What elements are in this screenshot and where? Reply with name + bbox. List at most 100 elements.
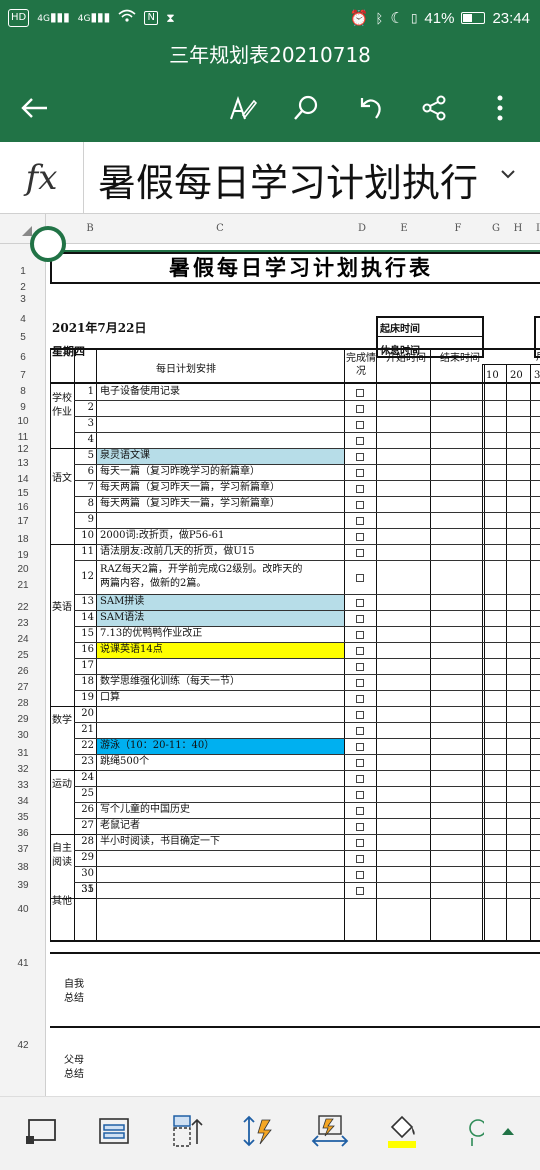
fx-icon[interactable]: fx (0, 142, 84, 214)
item-number-11[interactable]: 11 (76, 544, 96, 560)
item-number-14[interactable]: 14 (76, 610, 96, 626)
done-checkbox-18[interactable] (356, 679, 364, 687)
done-checkbox-1[interactable] (356, 389, 364, 397)
col-header-h[interactable]: H (508, 214, 528, 244)
col-header-f[interactable]: F (448, 214, 468, 244)
row-header-27[interactable]: 27 (0, 682, 46, 693)
done-checkbox-14[interactable] (356, 615, 364, 623)
row-header-32[interactable]: 32 (0, 764, 46, 775)
item-text-19[interactable]: 口算 (100, 690, 120, 706)
item-text-27[interactable]: 老鼠记者 (100, 818, 140, 834)
row-header-29[interactable]: 29 (0, 714, 46, 725)
item-number-35[interactable]: 35 (76, 882, 96, 898)
row-header-7[interactable]: 7 (0, 370, 46, 381)
row-header-4[interactable]: 4 (0, 314, 46, 325)
selection-handle[interactable] (30, 226, 66, 262)
row-header-16[interactable]: 16 (0, 502, 46, 513)
item-text2-12[interactable]: 两篇内容，做新的2篇。 (100, 576, 206, 592)
row-header-15[interactable]: 15 (0, 488, 46, 499)
item-text-7[interactable]: 每天两篇（复习昨天一篇，学习新篇章） (100, 480, 280, 496)
done-checkbox-2[interactable] (356, 405, 364, 413)
item-text-22[interactable]: 游泳（10：20-11：40） (100, 738, 214, 754)
done-checkbox-12[interactable] (356, 574, 364, 582)
row-header-14[interactable]: 14 (0, 474, 46, 485)
item-number-4[interactable]: 4 (76, 432, 96, 448)
done-checkbox-35[interactable] (356, 887, 364, 895)
row-header-3[interactable]: 3 (0, 294, 46, 305)
done-checkbox-15[interactable] (356, 631, 364, 639)
item-text-23[interactable]: 跳绳500个 (100, 754, 149, 770)
done-checkbox-17[interactable] (356, 663, 364, 671)
item-text-11[interactable]: 语法朋友:改前几天的折页，做U15 (100, 544, 255, 560)
row-header-40[interactable]: 40 (0, 904, 46, 915)
share-button[interactable] (412, 86, 456, 130)
done-checkbox-9[interactable] (356, 517, 364, 525)
done-checkbox-26[interactable] (356, 807, 364, 815)
item-text-5[interactable]: 泉灵语文课 (100, 448, 150, 464)
done-checkbox-13[interactable] (356, 599, 364, 607)
row-header-26[interactable]: 26 (0, 666, 46, 677)
row-header-41[interactable]: 41 (0, 958, 46, 969)
row-header-10[interactable]: 10 (0, 416, 46, 427)
item-number-17[interactable]: 17 (76, 658, 96, 674)
edit-button[interactable] (220, 86, 264, 130)
col-header-e[interactable]: E (394, 214, 414, 244)
row-header-25[interactable]: 25 (0, 650, 46, 661)
wake-time-label[interactable]: 起床时间 (380, 322, 420, 338)
done-checkbox-21[interactable] (356, 727, 364, 735)
row-header-2[interactable]: 2 (0, 282, 46, 293)
format-cells-button[interactable] (92, 1111, 136, 1151)
search-button[interactable] (284, 86, 328, 130)
item-text-18[interactable]: 数学思维强化训练（每天一节） (100, 674, 240, 690)
item-text-1[interactable]: 电子设备使用记录 (100, 384, 180, 400)
item-number-23[interactable]: 23 (76, 754, 96, 770)
item-number-21[interactable]: 21 (76, 722, 96, 738)
row-header-33[interactable]: 33 (0, 780, 46, 791)
row-header-6[interactable]: 6 (0, 352, 46, 363)
row-header-9[interactable]: 9 (0, 402, 46, 413)
chevron-down-icon[interactable] (500, 164, 516, 183)
row-header-36[interactable]: 36 (0, 828, 46, 839)
col-header-b[interactable]: B (80, 214, 100, 244)
item-number-24[interactable]: 24 (76, 770, 96, 786)
item-number-12[interactable]: 12 (76, 569, 96, 585)
done-checkbox-23[interactable] (356, 759, 364, 767)
done-checkbox-24[interactable] (356, 775, 364, 783)
item-number-13[interactable]: 13 (76, 594, 96, 610)
done-checkbox-19[interactable] (356, 695, 364, 703)
item-number-1[interactable]: 1 (76, 384, 96, 400)
insert-row-button[interactable] (164, 1111, 208, 1151)
done-checkbox-3[interactable] (356, 421, 364, 429)
done-checkbox-8[interactable] (356, 501, 364, 509)
item-number-25[interactable]: 25 (76, 786, 96, 802)
row-header-21[interactable]: 21 (0, 580, 46, 591)
col-header-c[interactable]: C (210, 214, 230, 244)
done-checkbox-7[interactable] (356, 485, 364, 493)
row-header-11[interactable]: 11 (0, 432, 46, 443)
row-header-13[interactable]: 13 (0, 458, 46, 469)
done-checkbox-22[interactable] (356, 743, 364, 751)
done-checkbox-6[interactable] (356, 469, 364, 477)
item-number-9[interactable]: 9 (76, 512, 96, 528)
row-header-37[interactable]: 37 (0, 844, 46, 855)
row-header-22[interactable]: 22 (0, 602, 46, 613)
done-checkbox-28[interactable] (356, 839, 364, 847)
item-number-26[interactable]: 26 (76, 802, 96, 818)
item-text-15[interactable]: 7.13的优鸭鸭作业改正 (100, 626, 202, 642)
more-button[interactable] (478, 86, 522, 130)
item-number-15[interactable]: 15 (76, 626, 96, 642)
item-text-14[interactable]: SAM语法 (100, 610, 144, 626)
sheet-heading[interactable]: 暑假每日学习计划执行表 (50, 252, 540, 284)
row-header-1[interactable]: 1 (0, 266, 46, 277)
item-number-3[interactable]: 3 (76, 416, 96, 432)
item-number-27[interactable]: 27 (76, 818, 96, 834)
column-width-button[interactable] (308, 1111, 352, 1151)
done-checkbox-16[interactable] (356, 647, 364, 655)
row-header-30[interactable]: 30 (0, 730, 46, 741)
spreadsheet-grid[interactable]: B C D E F G H I 1 2 3 4 5 6 7 8 9 10 11 12 13 14 15 16 1… (0, 214, 540, 1096)
row-header-31[interactable]: 31 (0, 748, 46, 759)
row-header-5[interactable]: 5 (0, 332, 46, 343)
col-header-d[interactable]: D (352, 214, 372, 244)
item-number-7[interactable]: 7 (76, 480, 96, 496)
item-number-30[interactable]: 30 (76, 866, 96, 882)
